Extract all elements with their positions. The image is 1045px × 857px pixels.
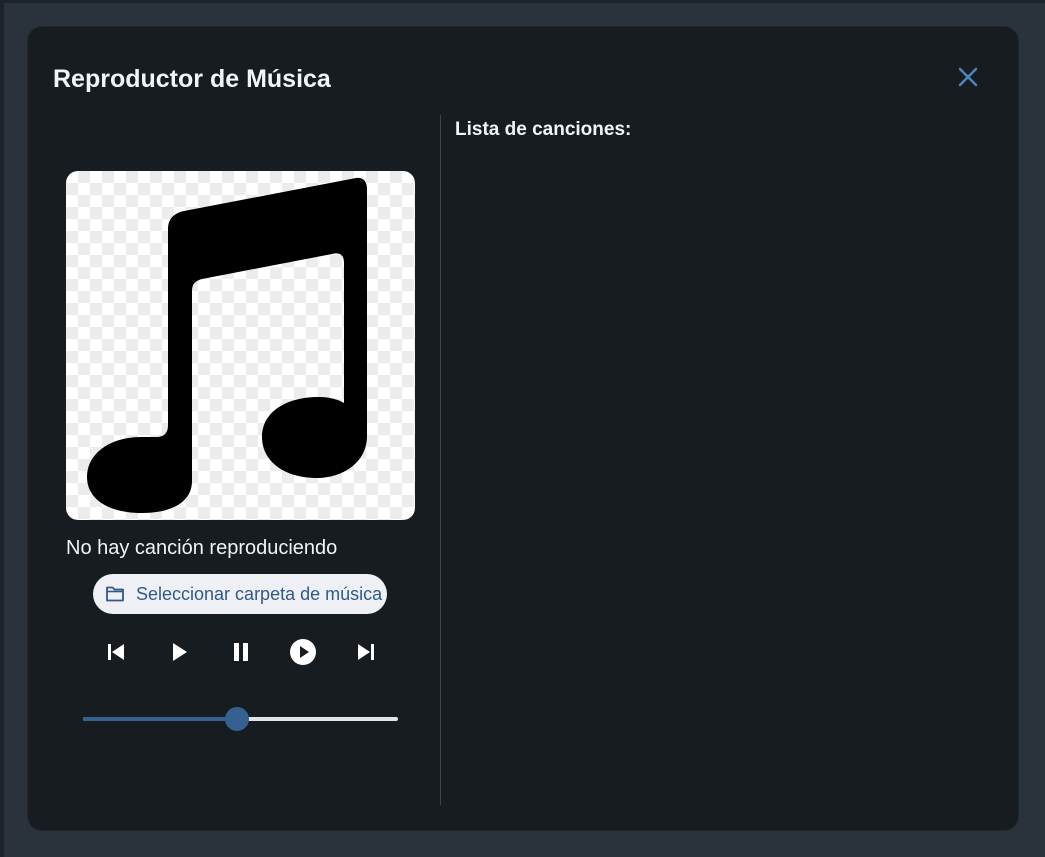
close-button[interactable] [952,61,984,93]
play-circle-icon [290,639,316,665]
music-player-dialog: Reproductor de Música No hay canción rep… [28,27,1018,830]
dialog-title: Reproductor de Música [53,65,331,93]
pause-button[interactable] [226,637,256,667]
playlist-title: Lista de canciones: [455,119,632,140]
slider-thumb[interactable] [225,707,250,731]
play-circle-button[interactable] [288,637,318,667]
play-button[interactable] [164,637,194,667]
play-icon [173,643,187,661]
progress-slider[interactable] [83,704,398,734]
select-folder-label: Seleccionar carpeta de música [136,583,383,604]
slider-fill [83,717,238,721]
now-playing-text: No hay canción reproduciendo [66,537,338,559]
album-art [66,171,415,520]
pause-icon [234,643,248,661]
backdrop-edge [0,0,4,857]
music-note-icon [87,177,367,513]
folder-icon [105,584,125,604]
panel-divider [440,115,441,805]
song-list [455,152,995,802]
previous-button[interactable] [101,637,131,667]
skip-next-icon [358,644,374,660]
select-folder-button[interactable]: Seleccionar carpeta de música [93,574,387,614]
backdrop [0,0,1045,3]
close-icon [958,67,978,87]
next-button[interactable] [351,637,381,667]
skip-previous-icon [108,644,124,660]
